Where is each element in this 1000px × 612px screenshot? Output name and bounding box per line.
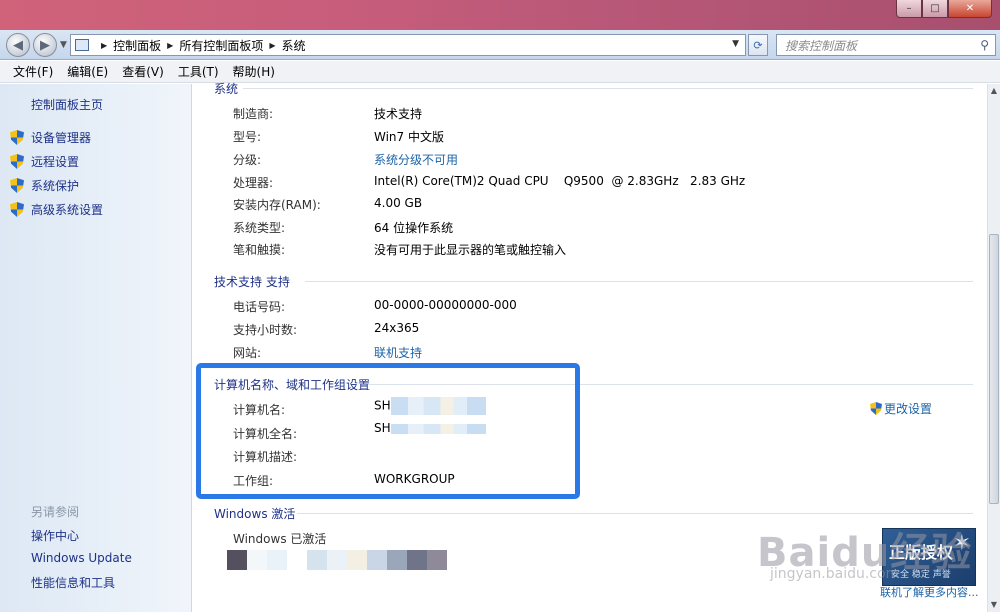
learn-more-online-link[interactable]: 联机了解更多内容...: [880, 584, 979, 600]
refresh-button[interactable]: ⟳: [748, 34, 768, 56]
redacted-product-id: [227, 550, 447, 570]
back-button[interactable]: ◀: [6, 33, 30, 57]
label-manufacturer: 制造商:: [233, 107, 274, 121]
sidebar: 控制面板主页 设备管理器 远程设置 系统保护 高级系统设置 另请参阅 操作中心 …: [0, 84, 192, 612]
search-icon[interactable]: ⚲: [980, 38, 989, 52]
divider: [243, 88, 973, 89]
scrollbar-thumb[interactable]: [989, 234, 999, 504]
value-processor: Intel(R) Core(TM)2 Quad CPU Q9500 @ 2.83…: [374, 174, 746, 188]
address-bar: ◀ ▶ ▼ ▶ 控制面板 ▶ 所有控制面板项 ▶ 系统 ▼ ⟳ 搜索控制面板 ⚲: [0, 30, 1000, 60]
label-website: 网站:: [233, 346, 262, 360]
chevron-right-icon: ▶: [101, 40, 108, 50]
menu-file[interactable]: 文件(F): [6, 63, 60, 80]
back-arrow-icon: ◀: [13, 37, 23, 53]
shield-icon: [10, 130, 24, 145]
sidebar-link-performance-tools[interactable]: 性能信息和工具: [31, 574, 115, 591]
menu-edit[interactable]: 编辑(E): [60, 63, 115, 80]
scroll-up-icon[interactable]: ▲: [988, 84, 1000, 98]
shield-icon: [870, 402, 882, 415]
shield-icon: [10, 178, 24, 193]
menu-view[interactable]: 查看(V): [115, 63, 171, 80]
sidebar-link-windows-update[interactable]: Windows Update: [31, 551, 132, 565]
control-panel-icon: [75, 39, 89, 51]
recent-pages-dropdown-icon[interactable]: ▼: [60, 40, 67, 50]
label-model: 型号:: [233, 130, 262, 144]
sidebar-item-remote-settings[interactable]: 远程设置: [10, 153, 79, 170]
highlight-box: [196, 363, 580, 499]
section-title-system: 系统: [214, 82, 239, 96]
sidebar-item-device-manager[interactable]: 设备管理器: [10, 129, 91, 146]
sidebar-item-system-protection[interactable]: 系统保护: [10, 177, 79, 194]
address-dropdown-icon[interactable]: ▼: [732, 39, 739, 49]
activation-status: Windows 已激活: [233, 532, 327, 546]
search-input[interactable]: 搜索控制面板 ⚲: [776, 34, 996, 56]
value-manufacturer: 技术支持: [374, 107, 423, 121]
window-controls: – □ ✕: [896, 0, 992, 18]
breadcrumb-system[interactable]: 系统: [282, 37, 306, 54]
baidu-watermark-url: jingyan.baidu.com: [770, 566, 900, 582]
label-system-type: 系统类型:: [233, 221, 286, 235]
value-pen-touch: 没有可用于此显示器的笔或触控输入: [374, 243, 567, 257]
label-rating: 分级:: [233, 153, 262, 167]
sidebar-link-action-center[interactable]: 操作中心: [31, 527, 79, 544]
value-phone: 00-0000-00000000-000: [374, 298, 517, 312]
search-placeholder: 搜索控制面板: [785, 38, 858, 53]
value-ram: 4.00 GB: [374, 196, 423, 210]
rating-link[interactable]: 系统分级不可用: [374, 151, 458, 168]
sidebar-item-label: 高级系统设置: [31, 203, 104, 217]
divider: [297, 513, 973, 514]
change-settings-label: 更改设置: [884, 402, 933, 416]
sidebar-item-label: 系统保护: [31, 179, 80, 193]
close-button[interactable]: ✕: [948, 0, 992, 18]
label-phone: 电话号码:: [233, 300, 286, 314]
breadcrumb[interactable]: ▶ 控制面板 ▶ 所有控制面板项 ▶ 系统 ▼: [70, 34, 746, 56]
label-pen-touch: 笔和触摸:: [233, 243, 286, 257]
breadcrumb-control-panel[interactable]: 控制面板: [113, 37, 161, 54]
value-model: Win7 中文版: [374, 130, 444, 144]
chevron-right-icon: ▶: [167, 40, 174, 50]
sidebar-item-control-panel-home[interactable]: 控制面板主页: [31, 96, 103, 113]
title-bar: – □ ✕: [0, 0, 1000, 30]
forward-arrow-icon: ▶: [40, 37, 50, 53]
menu-bar: 文件(F) 编辑(E) 查看(V) 工具(T) 帮助(H): [0, 61, 1000, 83]
label-support-hours: 支持小时数:: [233, 323, 298, 337]
see-also-heading: 另请参阅: [31, 505, 80, 519]
refresh-icon: ⟳: [753, 38, 763, 52]
section-title-activation: Windows 激活: [214, 507, 296, 521]
shield-icon: [10, 154, 24, 169]
sidebar-item-advanced-settings[interactable]: 高级系统设置: [10, 201, 103, 218]
forward-button[interactable]: ▶: [33, 33, 57, 57]
menu-help[interactable]: 帮助(H): [226, 63, 282, 80]
value-support-hours: 24x365: [374, 321, 420, 335]
maximize-button[interactable]: □: [922, 0, 948, 18]
section-title-support: 技术支持 支持: [214, 275, 290, 289]
label-ram: 安装内存(RAM):: [233, 198, 321, 212]
chevron-right-icon: ▶: [269, 40, 276, 50]
online-support-link[interactable]: 联机支持: [374, 344, 422, 361]
value-system-type: 64 位操作系统: [374, 221, 454, 235]
scroll-down-icon[interactable]: ▼: [988, 598, 1000, 612]
shield-icon: [10, 202, 24, 217]
change-settings-link[interactable]: 更改设置: [870, 400, 932, 417]
sidebar-item-label: 远程设置: [31, 155, 80, 169]
label-processor: 处理器:: [233, 176, 274, 190]
divider: [305, 281, 973, 282]
vertical-scrollbar[interactable]: ▲ ▼: [987, 84, 1000, 612]
minimize-button[interactable]: –: [896, 0, 922, 18]
menu-tools[interactable]: 工具(T): [171, 63, 226, 80]
breadcrumb-all-items[interactable]: 所有控制面板项: [179, 37, 263, 54]
sidebar-item-label: 设备管理器: [31, 131, 92, 145]
